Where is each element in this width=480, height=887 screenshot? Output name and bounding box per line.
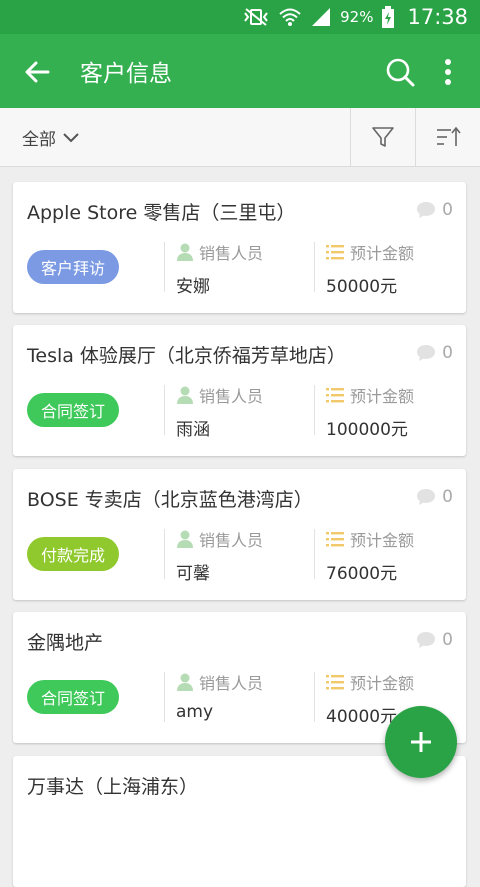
person-icon	[177, 243, 193, 261]
status-icons: 92% 17:38	[242, 0, 468, 34]
search-icon[interactable]	[384, 56, 416, 88]
divider	[164, 529, 165, 579]
wifi-icon	[279, 8, 301, 26]
comment-count[interactable]: 0	[416, 200, 453, 220]
vibrate-mute-icon	[244, 8, 268, 26]
sales-label-text: 销售人员	[199, 387, 264, 406]
signal-icon	[312, 8, 331, 26]
sales-label: 销售人员	[177, 383, 263, 407]
sort-icon	[437, 126, 461, 146]
plus-icon	[411, 732, 431, 752]
amount-label: 预计金额	[326, 527, 414, 551]
page-title: 客户信息	[80, 61, 172, 87]
sales-label: 销售人员	[177, 527, 263, 551]
divider	[314, 672, 315, 722]
person-icon	[177, 386, 193, 404]
comment-icon	[417, 632, 436, 648]
sales-label-text: 销售人员	[199, 244, 264, 263]
expected-amount: 50000元	[326, 277, 398, 297]
amount-label: 预计金额	[326, 383, 414, 407]
divider	[314, 529, 315, 579]
filter-bar: 全部	[0, 108, 480, 167]
list-icon	[326, 675, 344, 690]
back-arrow-icon[interactable]	[22, 56, 54, 88]
customer-card[interactable]: Tesla 体验展厅（北京侨福芳草地店） 0 合同签订 销售人员 预计金额 雨涵…	[13, 325, 466, 456]
divider	[164, 242, 165, 292]
more-menu-icon[interactable]	[434, 56, 462, 88]
add-customer-button[interactable]	[385, 706, 457, 778]
all-dropdown-label: 全部	[22, 130, 56, 150]
comment-count-value: 0	[442, 343, 453, 363]
divider	[164, 672, 165, 722]
status-bar: 92% 17:38	[0, 0, 480, 34]
sales-person: 雨涵	[176, 420, 210, 440]
sales-person: amy	[176, 702, 214, 722]
battery-percent: 92%	[340, 8, 374, 26]
divider	[314, 242, 315, 292]
expected-amount: 40000元	[326, 707, 398, 727]
app-bar: 客户信息	[0, 34, 480, 108]
comment-count[interactable]: 0	[416, 343, 453, 363]
status-badge: 客户拜访	[27, 250, 120, 284]
comment-icon	[417, 202, 436, 218]
divider	[164, 385, 165, 435]
customer-name: Tesla 体验展厅（北京侨福芳草地店）	[27, 345, 346, 367]
battery-charging-icon	[382, 6, 395, 28]
divider	[314, 385, 315, 435]
status-time: 17:38	[407, 5, 468, 29]
amount-label: 预计金额	[326, 240, 414, 264]
customer-card[interactable]: BOSE 专卖店（北京蓝色港湾店） 0 付款完成 销售人员 预计金额 可馨 76…	[13, 469, 466, 600]
sales-person: 可馨	[176, 564, 210, 584]
comment-icon	[417, 345, 436, 361]
comment-count[interactable]: 0	[416, 487, 453, 507]
filter-icon	[372, 127, 394, 147]
list-icon	[326, 532, 344, 547]
customer-name: BOSE 专卖店（北京蓝色港湾店）	[27, 489, 313, 511]
sales-label-text: 销售人员	[199, 531, 264, 550]
amount-label-text: 预计金额	[350, 531, 415, 550]
sales-label-text: 销售人员	[199, 674, 264, 693]
amount-label-text: 预计金额	[350, 387, 415, 406]
chevron-down-icon	[63, 132, 79, 142]
status-badge: 付款完成	[27, 537, 120, 571]
comment-count[interactable]: 0	[416, 630, 453, 650]
expected-amount: 76000元	[326, 564, 398, 584]
all-dropdown[interactable]: 全部	[22, 125, 80, 150]
comment-icon	[417, 489, 436, 505]
list-icon	[326, 388, 344, 403]
amount-label-text: 预计金额	[350, 244, 415, 263]
filter-button[interactable]	[350, 108, 415, 166]
customer-name: 万事达（上海浦东）	[27, 776, 199, 798]
amount-label-text: 预计金额	[350, 674, 415, 693]
status-badge: 合同签订	[27, 393, 120, 427]
person-icon	[177, 530, 193, 548]
comment-count-value: 0	[442, 200, 453, 220]
customer-card[interactable]: Apple Store 零售店（三里屯） 0 客户拜访 销售人员 预计金额 安娜…	[13, 182, 466, 313]
person-icon	[177, 673, 193, 691]
status-badge: 合同签订	[27, 680, 120, 714]
expected-amount: 100000元	[326, 420, 408, 440]
comment-count-value: 0	[442, 487, 453, 507]
amount-label: 预计金额	[326, 670, 414, 694]
customer-name: 金隅地产	[27, 632, 104, 654]
sales-person: 安娜	[176, 277, 210, 297]
comment-count-value: 0	[442, 630, 453, 650]
list-icon	[326, 245, 344, 260]
customer-name: Apple Store 零售店（三里屯）	[27, 202, 296, 224]
customer-card[interactable]: 万事达（上海浦东）	[13, 756, 466, 887]
sales-label: 销售人员	[177, 240, 263, 264]
sales-label: 销售人员	[177, 670, 263, 694]
sort-button[interactable]	[415, 108, 480, 166]
